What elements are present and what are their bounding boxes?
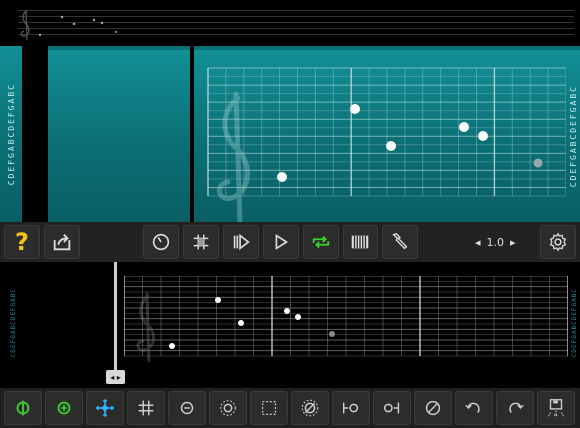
piano-button[interactable] — [342, 225, 379, 259]
note[interactable] — [295, 314, 301, 320]
note[interactable] — [277, 172, 287, 182]
scrubber-arrows: ◂ ▸ — [110, 372, 121, 382]
help-icon: ? — [15, 228, 29, 256]
main-staff-grid[interactable] — [194, 50, 567, 234]
piano-icon — [352, 235, 369, 249]
note-inactive[interactable] — [533, 158, 543, 168]
zoom-control[interactable]: ◂ 1.0 ▸ — [466, 225, 524, 259]
note[interactable] — [459, 122, 469, 132]
move-button[interactable] — [86, 391, 124, 425]
overview-strip[interactable] — [0, 0, 580, 46]
move-icon — [95, 398, 115, 418]
loop-button[interactable] — [302, 225, 339, 259]
undo-icon — [465, 402, 480, 414]
play-from-start-icon — [233, 233, 250, 251]
note[interactable] — [478, 131, 488, 141]
join-left-icon — [342, 402, 359, 414]
select-all-icon — [220, 400, 236, 416]
select-all-button[interactable] — [209, 391, 247, 425]
join-right-icon — [383, 402, 400, 414]
play-icon — [275, 234, 288, 250]
note[interactable] — [350, 104, 360, 114]
help-button[interactable]: ? — [4, 225, 40, 259]
bottom-note-labels-right: CDEFGABCDEFGABC — [570, 288, 578, 358]
clear-button[interactable] — [414, 391, 452, 425]
left-note-labels: CDEFGABCDEFGABC — [0, 46, 22, 222]
play-button[interactable] — [262, 225, 299, 259]
main-editor[interactable]: CDEFGABCDEFGABC CDEFGABCDEFGABC — [0, 46, 580, 234]
note[interactable] — [386, 141, 396, 151]
grid-icon — [193, 234, 208, 250]
remove-icon — [180, 401, 194, 415]
bottom-editor[interactable]: CDEFGABCDEFGABC ◂ ▸ CDEFGABCDEFGABC — [0, 262, 580, 388]
save-icon — [548, 399, 564, 418]
deselect-icon — [301, 399, 319, 417]
settings-button[interactable] — [540, 225, 577, 259]
add-note-icon — [57, 401, 71, 415]
join-right-button[interactable] — [373, 391, 411, 425]
divider — [22, 46, 48, 222]
undo-button[interactable] — [455, 391, 493, 425]
metronome-button[interactable] — [142, 225, 179, 259]
bottom-toolbar — [0, 388, 580, 428]
zoom-out-arrow-icon[interactable]: ◂ — [475, 236, 481, 249]
snap-grid-icon — [138, 400, 154, 416]
bottom-left-note-labels: CDEFGABCDEFGABC — [6, 268, 20, 378]
loop-select-button[interactable] — [4, 391, 42, 425]
note-inactive[interactable] — [329, 331, 335, 337]
play-from-start-button[interactable] — [222, 225, 259, 259]
join-left-button[interactable] — [332, 391, 370, 425]
zoom-value: 1.0 — [486, 235, 505, 249]
deselect-button[interactable] — [291, 391, 329, 425]
grid-button[interactable] — [182, 225, 219, 259]
overview-notes — [38, 15, 118, 37]
bottom-staff-grid[interactable] — [124, 276, 568, 362]
select-box-button[interactable] — [250, 391, 288, 425]
redo-button[interactable] — [496, 391, 534, 425]
share-icon — [53, 234, 71, 251]
redo-icon — [509, 402, 524, 414]
bottom-treble-clef-icon — [136, 292, 155, 362]
snap-grid-button[interactable] — [127, 391, 165, 425]
metronome-icon — [152, 233, 169, 251]
wrench-button[interactable] — [382, 225, 419, 259]
overview-treble-clef-icon — [20, 9, 30, 41]
save-button[interactable] — [537, 391, 575, 425]
note[interactable] — [215, 297, 221, 303]
bottom-right-note-labels: CDEFGABCDEFGABC — [568, 268, 580, 378]
note-labels-right: CDEFGABCDEFGABC — [568, 84, 578, 188]
settings-icon — [549, 232, 567, 252]
note[interactable] — [238, 320, 244, 326]
wrench-icon — [392, 232, 408, 250]
select-box-icon — [261, 400, 277, 416]
note[interactable] — [284, 308, 290, 314]
playhead[interactable] — [114, 262, 117, 370]
clear-icon — [425, 400, 441, 416]
staff-pane[interactable] — [194, 50, 567, 234]
share-button[interactable] — [43, 225, 80, 259]
remove-button[interactable] — [168, 391, 206, 425]
scrubber-handle[interactable]: ◂ ▸ — [106, 370, 125, 384]
track-header-pane[interactable] — [48, 50, 190, 222]
note[interactable] — [169, 343, 175, 349]
bottom-note-labels-left: CDEFGABCDEFGABC — [9, 288, 17, 358]
right-note-labels: CDEFGABCDEFGABC — [566, 50, 580, 222]
main-toolbar: ? ◂ 1.0 ▸ — [0, 222, 580, 262]
zoom-in-arrow-icon[interactable]: ▸ — [510, 236, 516, 249]
loop-icon — [312, 235, 329, 249]
add-note-button[interactable] — [45, 391, 83, 425]
loop-select-icon — [16, 400, 30, 416]
note-labels-left: CDEFGABCDEFGABC — [6, 82, 16, 186]
